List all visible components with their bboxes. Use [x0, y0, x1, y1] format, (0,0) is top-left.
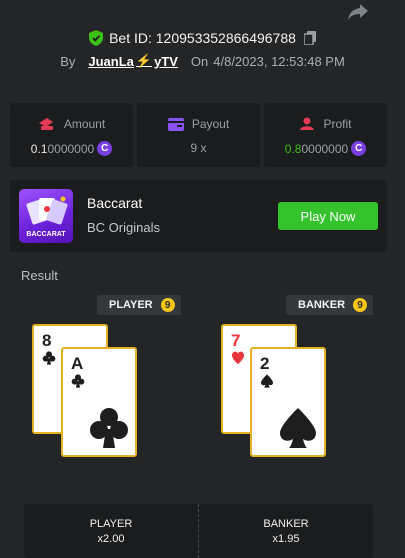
profit-stat: Profit 0.80000000 C: [264, 103, 387, 167]
player-bet-label: PLAYER: [89, 517, 133, 530]
banker-label: BANKER: [298, 299, 346, 311]
bolt-icon: ⚡: [135, 53, 153, 68]
share-icon[interactable]: [346, 2, 370, 22]
user-name-part-a: JuanLa: [88, 53, 134, 69]
amount-value: 0.10000000: [30, 141, 95, 156]
clubs-suit-icon: [71, 374, 85, 388]
player-label: PLAYER: [109, 299, 153, 311]
payout-value: 9 x: [190, 141, 207, 155]
game-name: Baccarat: [87, 195, 143, 211]
user-name-part-b: yTV: [154, 53, 178, 69]
game-panel: BACCARAT Baccarat BC Originals Play Now: [10, 180, 387, 252]
game-thumbnail[interactable]: BACCARAT: [19, 189, 73, 243]
banker-hand-label: BANKER 9: [286, 295, 374, 315]
profit-label: Profit: [323, 117, 352, 131]
card-rank: A: [71, 354, 84, 373]
banker-bet-odds: x1.95: [272, 532, 300, 545]
by-label: By: [60, 53, 76, 69]
result-title: Result: [21, 268, 58, 283]
payout-stat: Payout 9 x: [137, 103, 260, 167]
player-score-badge: 9: [160, 298, 175, 312]
play-now-button[interactable]: Play Now: [278, 202, 378, 230]
bet-stats: Amount 0.10000000 C Payout 9 x Profit 0.…: [10, 103, 387, 167]
clubs-suit-icon: [42, 351, 56, 365]
bet-options: PLAYER x2.00 BANKER x1.95: [24, 504, 373, 558]
hearts-suit-icon: [231, 351, 245, 365]
player-bet-option: PLAYER x2.00: [24, 504, 198, 558]
profit-value: 0.80000000: [284, 141, 349, 156]
player-card-2: A: [61, 347, 137, 457]
currency-coin-icon: C: [351, 141, 367, 156]
copy-icon[interactable]: [303, 31, 316, 45]
spades-suit-icon: [260, 374, 274, 388]
bet-timestamp: 4/8/2023, 12:53:48 PM: [213, 53, 345, 69]
card-rank: 8: [42, 331, 52, 350]
profit-icon: [300, 117, 315, 130]
amount-label: Amount: [63, 117, 106, 131]
amount-stat: Amount 0.10000000 C: [10, 103, 133, 167]
amount-icon: [38, 118, 53, 130]
bet-id-row: Bet ID: 120953352866496788: [0, 28, 405, 48]
user-link[interactable]: JuanLa ⚡ yTV: [88, 53, 178, 69]
verified-shield-icon: [89, 30, 104, 46]
player-bet-odds: x2.00: [97, 532, 125, 545]
thumbnail-label: BACCARAT: [26, 231, 66, 238]
bet-meta-row: By JuanLa ⚡ yTV On 4/8/2023, 12:53:48 PM: [0, 52, 405, 70]
card-rank: 7: [231, 331, 241, 350]
banker-score-badge: 9: [353, 298, 368, 312]
currency-coin-icon: C: [97, 141, 113, 156]
bet-id-text: Bet ID: 120953352866496788: [109, 30, 296, 46]
card-rank: 2: [260, 354, 270, 373]
banker-card-2: 2: [250, 347, 326, 457]
payout-label: Payout: [191, 117, 230, 131]
spades-suit-icon: [278, 407, 318, 449]
on-label: On: [190, 53, 209, 69]
clubs-suit-icon: [89, 407, 129, 449]
game-provider: BC Originals: [87, 220, 160, 235]
cards-art-icon: [26, 196, 68, 225]
banker-bet-label: BANKER: [263, 517, 309, 530]
banker-bet-option: BANKER x1.95: [198, 504, 373, 558]
wallet-icon: [167, 117, 184, 131]
player-hand-label: PLAYER 9: [97, 295, 181, 315]
